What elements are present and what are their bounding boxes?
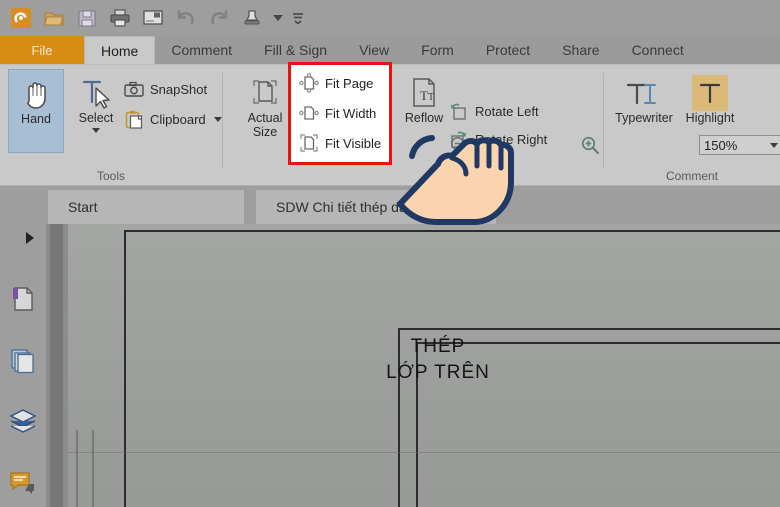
tab-comment[interactable]: Comment — [155, 36, 248, 64]
fit-page-button[interactable]: Fit Page — [299, 73, 373, 93]
document-tab-bar: Start SDW Chi tiết thép dầm ... — [0, 186, 780, 224]
fit-width-label: Fit Width — [325, 105, 377, 121]
ribbon-group-tools: Hand Select SnapShot Clipboard Tools — [0, 65, 222, 187]
typewriter-button[interactable]: Typewriter — [615, 69, 673, 125]
layers-icon[interactable] — [8, 406, 38, 436]
email-icon[interactable] — [140, 5, 166, 31]
ribbon-group-view: Actual Size T T Reflow 150% Rotate Left … — [223, 65, 780, 187]
reflow-label: Reflow — [404, 111, 444, 125]
save-icon[interactable] — [74, 5, 100, 31]
typewriter-icon — [624, 75, 664, 111]
foxit-reader-window: File Home Comment Fill & Sign View Form … — [0, 0, 780, 507]
ribbon-tab-strip: File Home Comment Fill & Sign View Form … — [0, 36, 780, 64]
reflow-button[interactable]: T T Reflow — [396, 69, 452, 125]
rotate-left-icon — [449, 101, 469, 121]
expand-panel-icon[interactable] — [26, 232, 34, 244]
camera-icon — [124, 79, 144, 99]
drawing-line — [76, 430, 78, 507]
quick-access-toolbar — [0, 0, 780, 36]
drawing-label: THÉP LỚP TRÊN — [338, 334, 538, 386]
tab-protect[interactable]: Protect — [470, 36, 546, 64]
drawing-label-line-1: THÉP — [410, 336, 466, 357]
select-tool-button[interactable]: Select — [68, 69, 124, 133]
fit-visible-button[interactable]: Fit Visible — [299, 133, 381, 153]
rotate-right-label: Rotate Right — [475, 131, 548, 147]
tab-file[interactable]: File — [0, 36, 84, 64]
tab-connect[interactable]: Connect — [616, 36, 700, 64]
tab-fill-and-sign[interactable]: Fill & Sign — [248, 36, 343, 64]
svg-text:T: T — [420, 88, 428, 103]
fit-visible-icon — [299, 133, 319, 153]
navigation-rail — [0, 224, 46, 507]
tab-share[interactable]: Share — [546, 36, 615, 64]
actual-size-label-1: Actual — [247, 111, 283, 125]
sign-stamp-icon[interactable] — [239, 5, 265, 31]
drawing-line — [124, 230, 126, 507]
chevron-down-icon[interactable] — [92, 128, 100, 133]
highlight-label: Highlight — [685, 111, 735, 125]
document-tab-active[interactable]: SDW Chi tiết thép dầm ... — [256, 190, 496, 224]
fit-page-label: Fit Page — [325, 75, 374, 91]
bookmarks-icon[interactable] — [8, 284, 38, 314]
select-tool-label: Select — [78, 111, 114, 125]
drawing-line — [398, 328, 780, 330]
drawing-line — [124, 230, 780, 232]
snapshot-button[interactable]: SnapShot — [124, 79, 207, 99]
highlight-button[interactable]: Highlight — [682, 69, 738, 125]
rotate-right-button[interactable]: Rotate Right — [449, 129, 547, 149]
zoom-in-button[interactable] — [580, 135, 600, 155]
ribbon-group-comment: Typewriter Highlight Comment — [604, 65, 780, 187]
snapshot-label: SnapShot — [150, 81, 208, 97]
drawing-line — [92, 430, 94, 507]
hand-icon — [20, 76, 52, 112]
typewriter-label: Typewriter — [615, 111, 673, 125]
open-icon[interactable] — [41, 5, 67, 31]
drawing-label-line-2: LỚP TRÊN — [386, 362, 490, 383]
fit-width-button[interactable]: Fit Width — [299, 103, 376, 123]
chevron-down-icon[interactable] — [213, 116, 222, 122]
fit-options-highlight-box: Fit Page Fit Width Fit Visible — [288, 62, 392, 165]
scrollbar-track[interactable] — [50, 224, 63, 507]
clipboard-icon — [124, 109, 144, 129]
rotate-left-button[interactable]: Rotate Left — [449, 101, 539, 121]
document-tab-start[interactable]: Start — [48, 190, 244, 224]
fit-page-icon — [299, 73, 319, 93]
tab-view[interactable]: View — [343, 36, 405, 64]
hand-tool-label: Hand — [21, 112, 51, 126]
clipboard-label: Clipboard — [150, 111, 206, 127]
redo-icon[interactable] — [206, 5, 232, 31]
page-thumbnails-icon[interactable] — [8, 346, 38, 376]
actual-size-icon — [248, 75, 282, 111]
tab-home[interactable]: Home — [84, 36, 156, 64]
rotate-left-label: Rotate Left — [475, 103, 539, 119]
fit-width-icon — [299, 103, 319, 123]
svg-text:T: T — [428, 92, 434, 103]
app-logo-icon[interactable] — [8, 5, 34, 31]
customize-toolbar-icon[interactable] — [291, 5, 305, 31]
vertical-scrollbar[interactable] — [46, 224, 68, 507]
sign-dropdown-icon[interactable] — [272, 5, 284, 31]
undo-icon[interactable] — [173, 5, 199, 31]
drawing-guide-line — [68, 452, 780, 453]
ribbon-group-label-tools: Tools — [96, 169, 125, 183]
highlight-color-swatch — [692, 75, 728, 111]
highlight-icon — [692, 75, 728, 111]
pdf-page-canvas[interactable]: THÉP LỚP TRÊN — [68, 224, 780, 507]
reflow-icon: T T — [407, 75, 441, 111]
tab-form[interactable]: Form — [405, 36, 470, 64]
clipboard-button[interactable]: Clipboard — [124, 109, 222, 129]
actual-size-button[interactable]: Actual Size — [237, 69, 293, 139]
print-icon[interactable] — [107, 5, 133, 31]
select-text-icon — [79, 75, 113, 111]
ribbon-group-label-comment: Comment — [665, 169, 718, 183]
comments-icon[interactable] — [8, 468, 38, 498]
actual-size-label-2: Size — [252, 125, 278, 139]
fit-visible-label: Fit Visible — [325, 135, 382, 151]
rotate-right-icon — [449, 129, 469, 149]
hand-tool-button[interactable]: Hand — [8, 69, 64, 153]
